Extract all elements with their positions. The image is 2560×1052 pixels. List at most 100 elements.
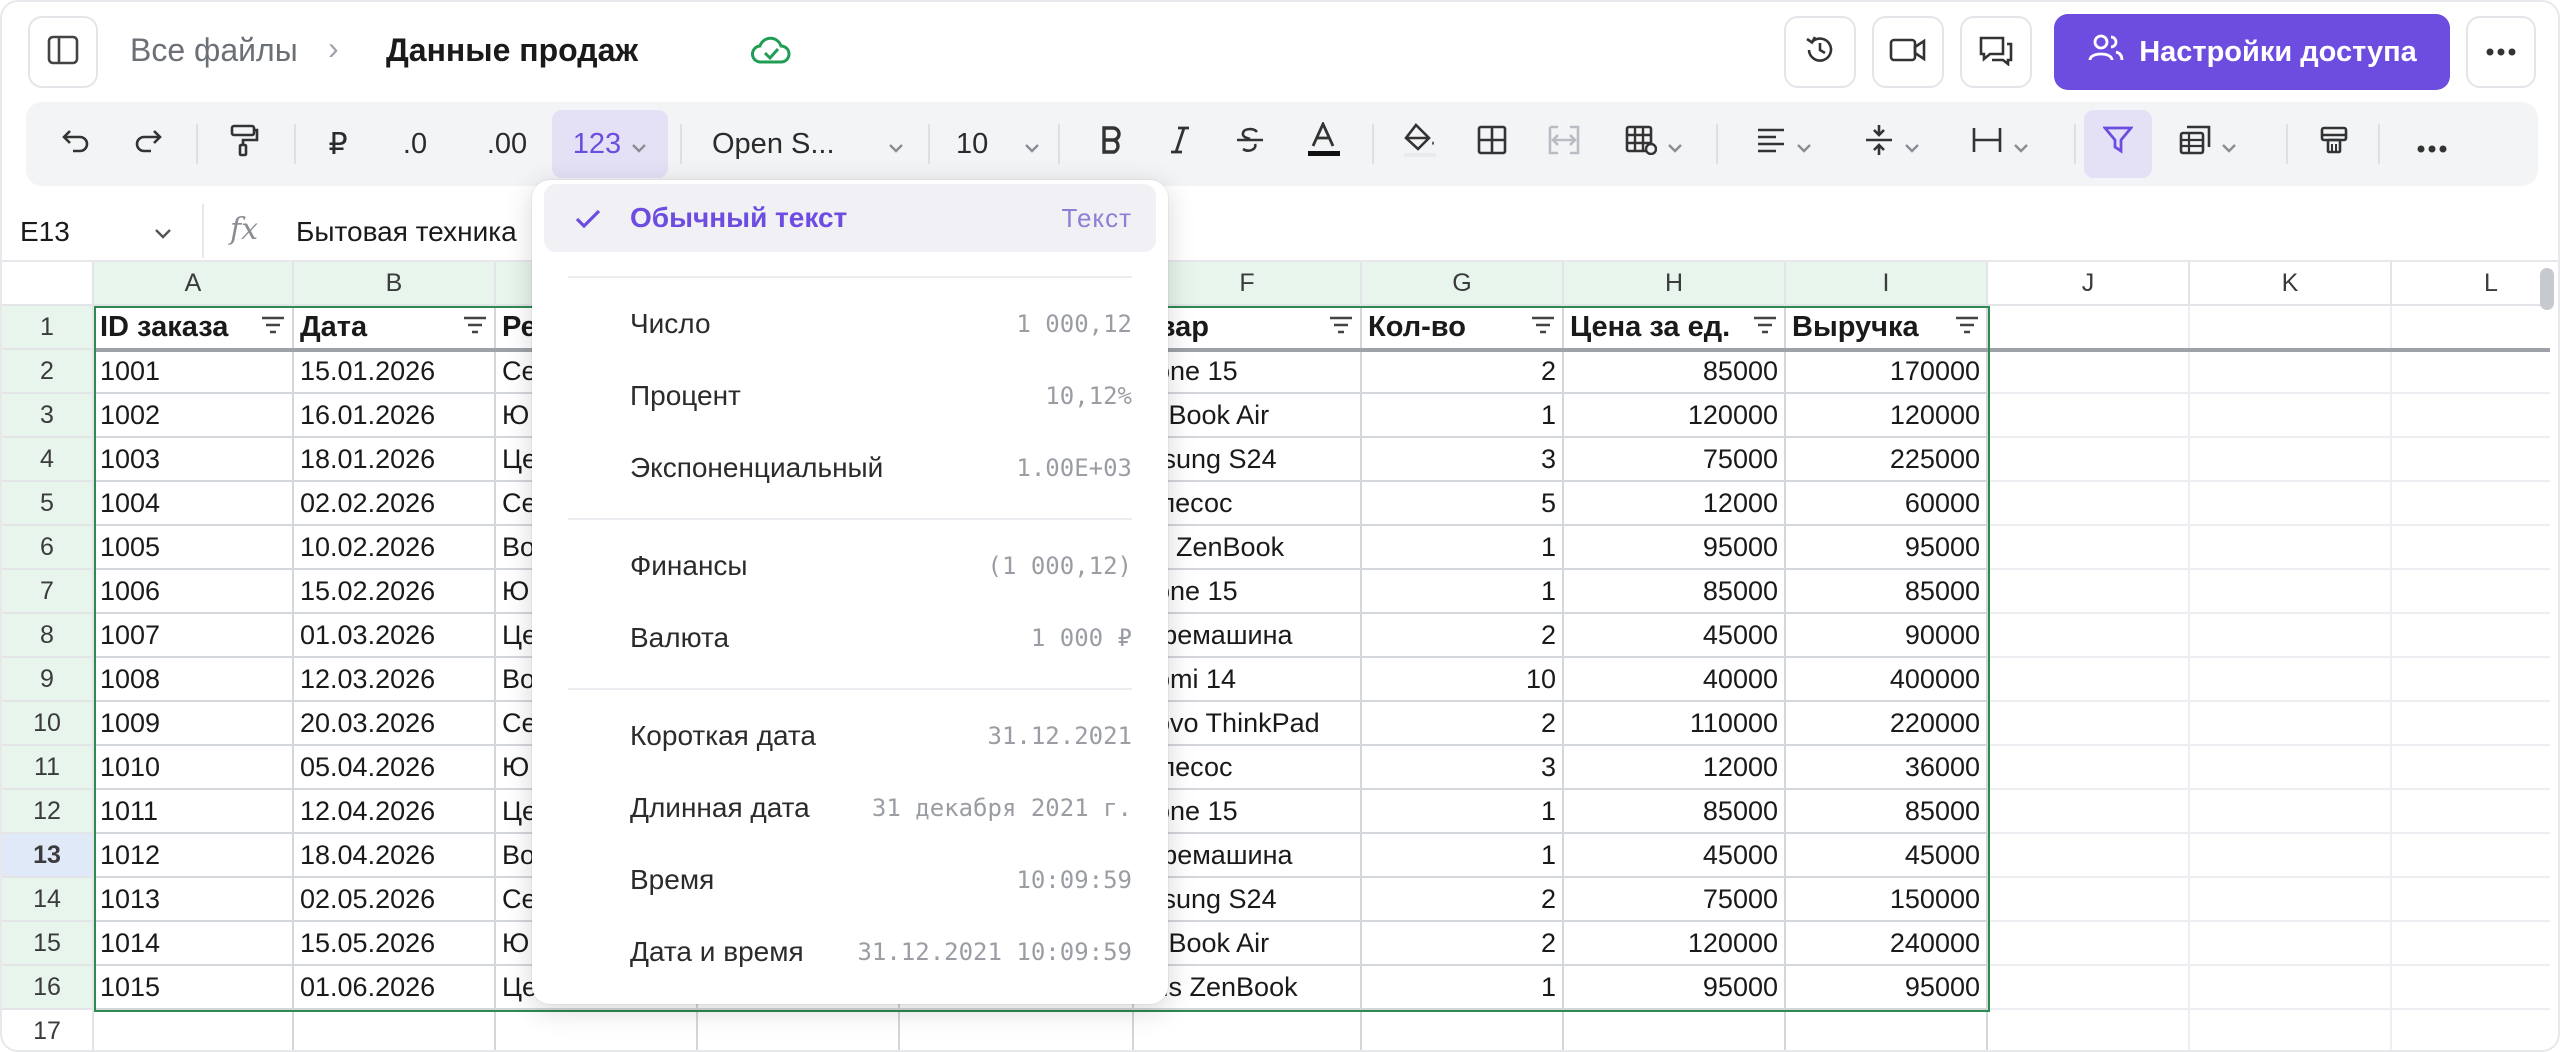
cell-h4[interactable]: 75000	[1564, 438, 1786, 482]
cell-a9[interactable]: 1008	[94, 658, 294, 702]
format-option[interactable]: Длинная дата 31 декабря 2021 г.	[544, 774, 1156, 842]
horizontal-align-dropdown[interactable]	[1736, 110, 1832, 178]
row-header-1[interactable]: 1	[2, 306, 94, 350]
cell-i13[interactable]: 45000	[1786, 834, 1988, 878]
file-title[interactable]: Данные продаж	[386, 32, 638, 69]
comments-button[interactable]	[1960, 16, 2032, 88]
redo-button[interactable]	[122, 110, 174, 178]
cell-f9[interactable]: aomi 14	[1134, 658, 1362, 702]
cell-f13[interactable]: офемашина	[1134, 834, 1362, 878]
row-header-12[interactable]: 12	[2, 790, 94, 834]
cell-j3[interactable]	[1988, 394, 2190, 438]
cell-a6[interactable]: 1005	[94, 526, 294, 570]
cell-j17[interactable]	[1988, 1010, 2190, 1050]
cell-k2[interactable]	[2190, 350, 2392, 394]
column-header-a[interactable]: A	[94, 262, 294, 306]
column-header-b[interactable]: B	[294, 262, 496, 306]
cell-i7[interactable]: 85000	[1786, 570, 1988, 614]
cell-l13[interactable]	[2392, 834, 2550, 878]
cell-a10[interactable]: 1009	[94, 702, 294, 746]
cell-b5[interactable]: 02.02.2026	[294, 482, 496, 526]
merge-cells-button[interactable]	[1538, 110, 1590, 178]
cell-j10[interactable]	[1988, 702, 2190, 746]
decrease-decimals-button[interactable]: .0	[386, 110, 444, 178]
cell-a5[interactable]: 1004	[94, 482, 294, 526]
cell-b13[interactable]: 18.04.2026	[294, 834, 496, 878]
cell-j7[interactable]	[1988, 570, 2190, 614]
cell-a13[interactable]: 1012	[94, 834, 294, 878]
cell-k17[interactable]	[2190, 1010, 2392, 1050]
column-header-f[interactable]: F	[1134, 262, 1362, 306]
cell-reference[interactable]: E13	[20, 216, 70, 248]
clear-format-button[interactable]	[2306, 110, 2362, 178]
cell-k5[interactable]	[2190, 482, 2392, 526]
cell-f11[interactable]: ылесос	[1134, 746, 1362, 790]
cell-i4[interactable]: 225000	[1786, 438, 1988, 482]
cell-i16[interactable]: 95000	[1786, 966, 1988, 1010]
row-header-2[interactable]: 2	[2, 350, 94, 394]
cell-a16[interactable]: 1015	[94, 966, 294, 1010]
cell-b15[interactable]: 15.05.2026	[294, 922, 496, 966]
vertical-align-dropdown[interactable]	[1844, 110, 1940, 178]
row-header-11[interactable]: 11	[2, 746, 94, 790]
cell-g9[interactable]: 10	[1362, 658, 1564, 702]
cell-k7[interactable]	[2190, 570, 2392, 614]
row-header-17[interactable]: 17	[2, 1010, 94, 1050]
cell-j2[interactable]	[1988, 350, 2190, 394]
cell-h16[interactable]: 95000	[1564, 966, 1786, 1010]
select-all-corner[interactable]	[2, 262, 94, 306]
cell-k9[interactable]	[2190, 658, 2392, 702]
cell-b8[interactable]: 01.03.2026	[294, 614, 496, 658]
cell-i8[interactable]: 90000	[1786, 614, 1988, 658]
cell-h13[interactable]: 45000	[1564, 834, 1786, 878]
format-option[interactable]: Короткая дата 31.12.2021	[544, 702, 1156, 770]
cell-k10[interactable]	[2190, 702, 2392, 746]
cell-a2[interactable]: 1001	[94, 350, 294, 394]
cell-g12[interactable]: 1	[1362, 790, 1564, 834]
cell-i11[interactable]: 36000	[1786, 746, 1988, 790]
format-option[interactable]: Валюта 1 000 ₽	[544, 604, 1156, 672]
row-header-5[interactable]: 5	[2, 482, 94, 526]
frozen-row-divider[interactable]	[94, 348, 2550, 352]
italic-button[interactable]	[1154, 110, 1206, 178]
bold-button[interactable]	[1086, 110, 1138, 178]
fill-color-button[interactable]	[1394, 110, 1446, 178]
cell-g11[interactable]: 3	[1362, 746, 1564, 790]
cell-l16[interactable]	[2392, 966, 2550, 1010]
text-wrap-dropdown[interactable]	[1952, 110, 2048, 178]
cell-j15[interactable]	[1988, 922, 2190, 966]
paint-format-button[interactable]	[216, 110, 272, 178]
cell-g15[interactable]: 2	[1362, 922, 1564, 966]
table-style-dropdown[interactable]	[1606, 110, 1702, 178]
cell-g10[interactable]: 2	[1362, 702, 1564, 746]
cell-k4[interactable]	[2190, 438, 2392, 482]
cell-l10[interactable]	[2392, 702, 2550, 746]
increase-decimals-button[interactable]: .00	[472, 110, 542, 178]
share-settings-button[interactable]: Настройки доступа	[2054, 14, 2450, 90]
cell-k12[interactable]	[2190, 790, 2392, 834]
cell-j12[interactable]	[1988, 790, 2190, 834]
cell-a14[interactable]: 1013	[94, 878, 294, 922]
borders-button[interactable]	[1466, 110, 1518, 178]
cell-b1[interactable]: Дата	[294, 306, 496, 350]
cell-d17[interactable]	[698, 1010, 900, 1050]
cell-b17[interactable]	[294, 1010, 496, 1050]
cell-l11[interactable]	[2392, 746, 2550, 790]
cell-e17[interactable]	[900, 1010, 1134, 1050]
column-filter-icon[interactable]	[1752, 311, 1778, 344]
cell-l6[interactable]	[2392, 526, 2550, 570]
cell-f2[interactable]: hone 15	[1134, 350, 1362, 394]
filter-button[interactable]	[2084, 110, 2152, 178]
more-menu-button[interactable]	[2466, 16, 2536, 88]
column-header-l[interactable]: L	[2392, 262, 2550, 306]
cell-a12[interactable]: 1011	[94, 790, 294, 834]
row-header-16[interactable]: 16	[2, 966, 94, 1010]
cell-i1[interactable]: Выручка	[1786, 306, 1988, 350]
cell-l2[interactable]	[2392, 350, 2550, 394]
cell-g16[interactable]: 1	[1362, 966, 1564, 1010]
cell-a8[interactable]: 1007	[94, 614, 294, 658]
row-header-6[interactable]: 6	[2, 526, 94, 570]
row-header-8[interactable]: 8	[2, 614, 94, 658]
cell-l15[interactable]	[2392, 922, 2550, 966]
cell-l9[interactable]	[2392, 658, 2550, 702]
